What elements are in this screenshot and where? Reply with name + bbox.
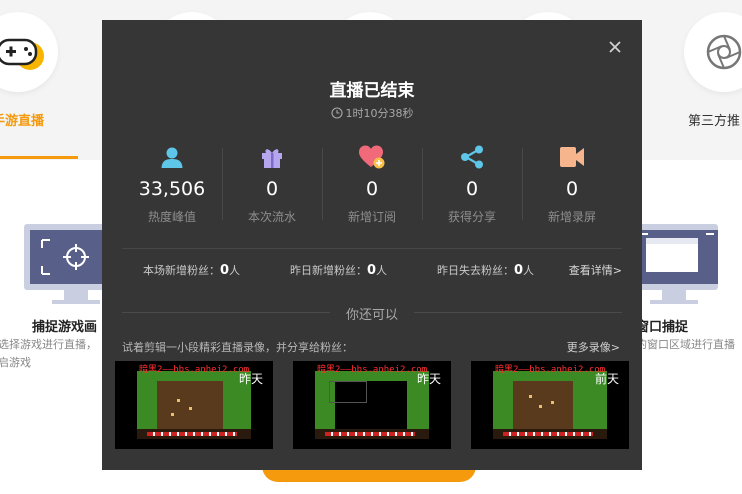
game-hud-bar xyxy=(315,429,429,439)
stat-value: 0 xyxy=(265,178,279,200)
stat-label: 获得分享 xyxy=(447,210,496,224)
stat-value: 0 xyxy=(365,178,379,200)
live-ended-dialog: 直播已结束 1时10分38秒 33,506 热度峰值 0 本次流水 0 新增订阅… xyxy=(102,20,642,470)
stat-value: 0 xyxy=(465,178,479,200)
dialog-title: 直播已结束 xyxy=(329,81,415,101)
view-details-link[interactable]: 查看详情> xyxy=(569,262,622,278)
recording-preview xyxy=(493,371,607,439)
stat-shares: 0 获得分享 xyxy=(422,144,522,224)
stat-new-clips: 0 新增录屏 xyxy=(522,144,622,224)
game-scene xyxy=(157,381,223,429)
person-icon xyxy=(161,147,183,168)
heart-plus-icon xyxy=(359,145,385,169)
more-recordings-link[interactable]: 更多录像> xyxy=(567,339,620,355)
tab-third-party-label[interactable]: 第三方推 xyxy=(688,110,740,129)
duration-text: 1时10分38秒 xyxy=(345,107,414,120)
recording-thumbnail[interactable]: 暗黑2——bbs.anhei2.com 昨天 xyxy=(115,361,273,449)
game-dialog xyxy=(329,381,367,403)
recording-date: 前天 xyxy=(594,372,619,386)
stat-value: 33,506 xyxy=(138,178,206,200)
stat-label: 热度峰值 xyxy=(147,210,196,224)
recording-date: 昨天 xyxy=(416,372,441,386)
stat-label: 新增录屏 xyxy=(547,210,596,224)
fans-value: 0 xyxy=(367,263,377,278)
capture-game-title: 捕捉游戏画 xyxy=(32,320,98,335)
film-reel-icon xyxy=(706,34,742,70)
fans-label: 昨日新增粉丝： xyxy=(290,264,367,277)
stat-peak-heat: 33,506 热度峰值 xyxy=(122,144,222,224)
fans-value: 0 xyxy=(220,263,230,278)
fans-unit: 人 xyxy=(523,264,535,277)
recording-watermark: 暗黑2——bbs.anhei2.com xyxy=(495,365,606,375)
gamepad-icon xyxy=(0,38,44,70)
live-duration: 1时10分38秒 xyxy=(102,105,642,121)
fans-unit: 人 xyxy=(229,264,241,277)
share-icon xyxy=(461,145,483,169)
game-scene xyxy=(513,381,573,429)
active-tab-underline xyxy=(0,156,78,159)
recording-watermark: 暗黑2——bbs.anhei2.com xyxy=(139,365,250,375)
fans-unit: 人 xyxy=(376,264,388,277)
window-capture-card-icon[interactable] xyxy=(632,222,718,306)
fans-label: 本场新增粉丝： xyxy=(143,264,220,277)
fans-value: 0 xyxy=(514,263,524,278)
game-hud-bar xyxy=(493,429,607,439)
fans-row: 本场新增粉丝：0人 昨日新增粉丝：0人 昨日失去粉丝：0人 查看详情> xyxy=(122,262,622,278)
tab-mobile-live-label[interactable]: 手游直播 xyxy=(0,110,44,129)
stat-revenue: 0 本次流水 xyxy=(222,144,322,224)
game-hud-bar xyxy=(137,429,251,439)
recording-watermark: 暗黑2——bbs.anhei2.com xyxy=(317,365,428,375)
video-camera-icon xyxy=(560,147,584,167)
close-icon[interactable] xyxy=(604,36,626,58)
fans-new-this-live: 本场新增粉丝：0人 xyxy=(143,262,240,278)
stats-row: 33,506 热度峰值 0 本次流水 0 新增订阅 0 获得分享 0 新增录屏 xyxy=(122,144,622,224)
capture-game-desc: 选择游戏进行直播，启游戏 xyxy=(0,338,97,369)
recording-date: 昨天 xyxy=(238,372,263,386)
stat-new-subscriptions: 0 新增订阅 xyxy=(322,144,422,224)
fans-lost-yesterday: 昨日失去粉丝：0人 xyxy=(437,262,534,278)
close-button[interactable] xyxy=(604,36,626,58)
clock-icon xyxy=(330,107,343,119)
clip-tip-text: 试着剪辑一小段精彩直播录像，并分享给粉丝： xyxy=(122,341,353,354)
fans-label: 昨日失去粉丝： xyxy=(437,264,514,277)
window-capture-title: 窗口捕捉 xyxy=(636,320,689,335)
section-title: 你还可以 xyxy=(345,308,398,323)
stat-value: 0 xyxy=(565,178,579,200)
recording-preview xyxy=(315,371,429,439)
recording-preview xyxy=(137,371,251,439)
window-capture-desc: 的窗口区域进行直播 xyxy=(636,338,735,351)
recording-thumbnail[interactable]: 暗黑2——bbs.anhei2.com 昨天 xyxy=(293,361,451,449)
stat-label: 本次流水 xyxy=(247,210,296,224)
recording-thumbnail[interactable]: 暗黑2——bbs.anhei2.com 前天 xyxy=(471,361,629,449)
gift-icon xyxy=(262,149,282,168)
stat-label: 新增订阅 xyxy=(347,210,396,224)
divider xyxy=(122,248,622,249)
fans-new-yesterday: 昨日新增粉丝：0人 xyxy=(290,262,387,278)
